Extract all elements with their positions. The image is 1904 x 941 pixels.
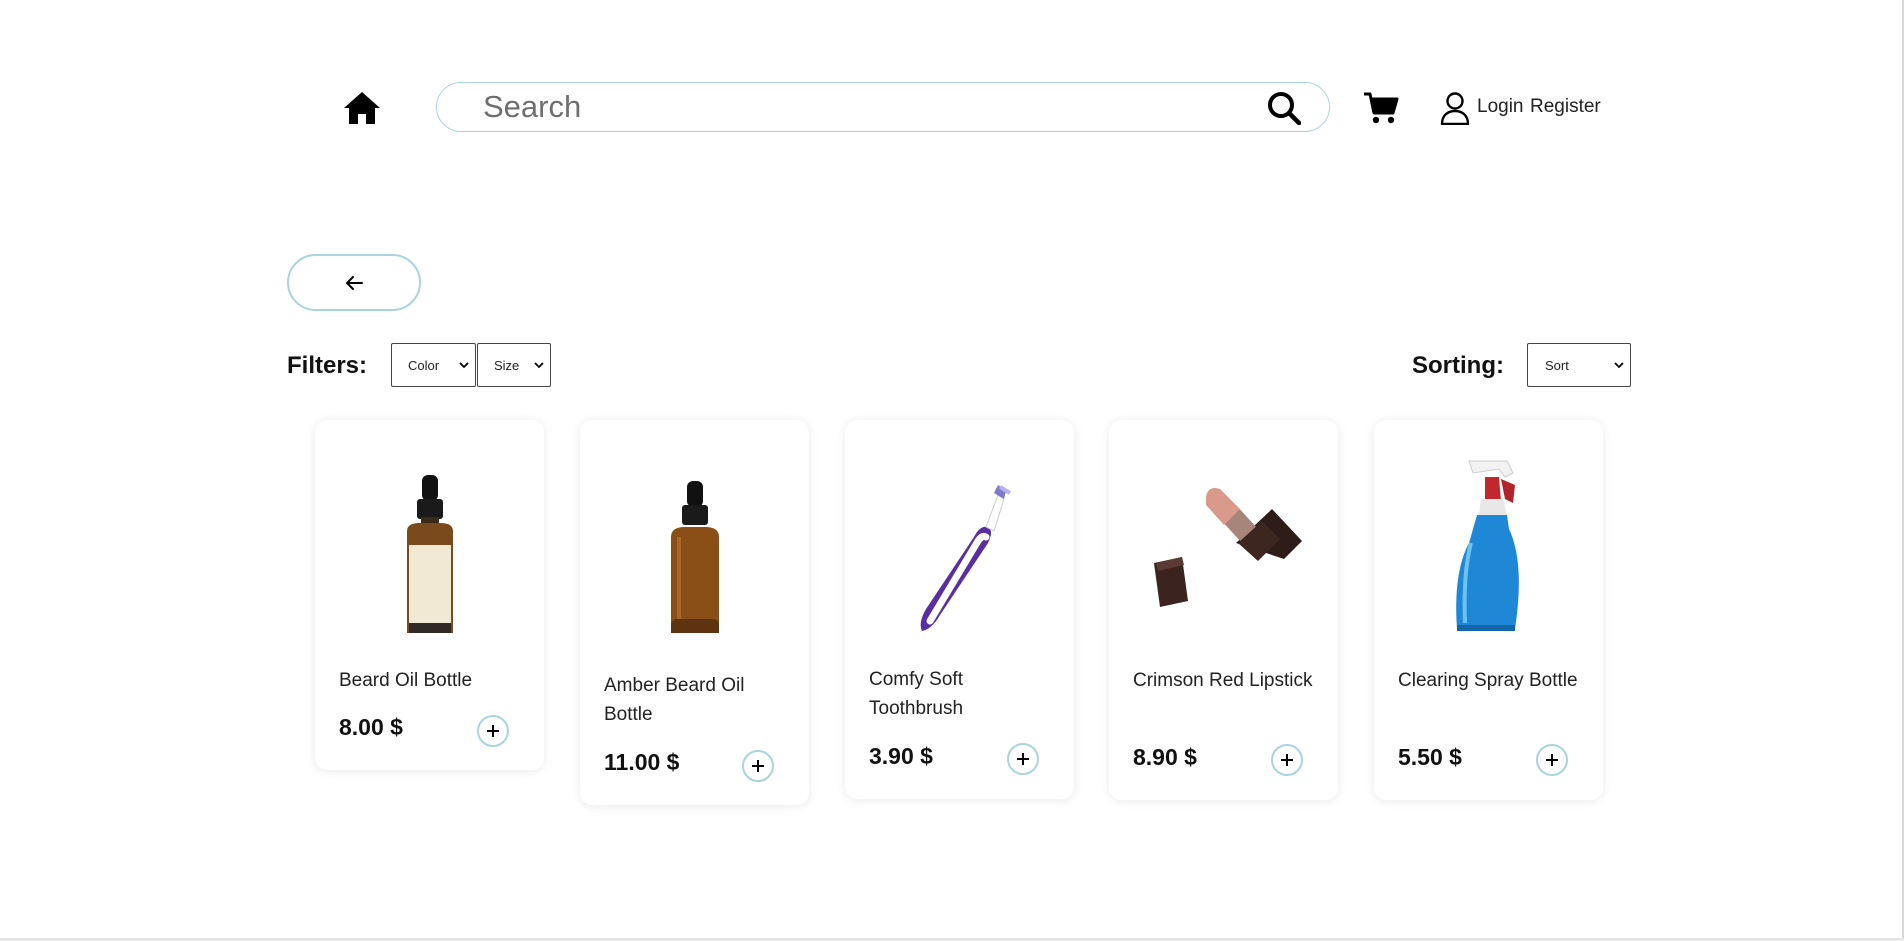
add-to-cart-button[interactable] [1536, 744, 1568, 776]
chevron-down-icon [459, 362, 469, 369]
add-to-cart-button[interactable] [742, 750, 774, 782]
product-price: 8.90 $ [1133, 744, 1197, 770]
product-card[interactable]: Comfy Soft Toothbrush 3.90 $ [845, 420, 1074, 799]
product-card[interactable]: Crimson Red Lipstick 8.90 $ [1109, 420, 1338, 800]
color-select[interactable]: Color [391, 343, 476, 387]
product-price: 8.00 $ [339, 714, 403, 740]
user-icon[interactable] [1440, 90, 1470, 126]
product-image [315, 420, 544, 645]
search-bar [436, 82, 1330, 132]
product-name: Crimson Red Lipstick [1133, 670, 1313, 691]
size-select[interactable]: Size [477, 343, 551, 387]
add-to-cart-button[interactable] [1271, 744, 1303, 776]
add-to-cart-button[interactable] [477, 715, 509, 747]
back-button[interactable] [287, 254, 421, 311]
sort-select[interactable]: Sort [1527, 343, 1631, 387]
cart-icon[interactable] [1362, 90, 1400, 126]
plus-icon [1017, 753, 1029, 765]
arrow-left-icon [346, 275, 363, 290]
product-price: 11.00 $ [604, 749, 680, 775]
login-link[interactable]: Login [1477, 96, 1524, 118]
sorting-label: Sorting: [1412, 352, 1504, 379]
register-link[interactable]: Register [1530, 96, 1601, 118]
product-name: Clearing Spray Bottle [1398, 670, 1578, 691]
page: Login Register Filters: Color Size Sorti… [0, 0, 1904, 941]
product-name: Comfy Soft Toothbrush [869, 669, 964, 719]
search-icon[interactable] [1265, 90, 1303, 126]
sort-select-value: Sort [1545, 357, 1569, 373]
plus-icon [752, 760, 764, 772]
product-image [1109, 420, 1338, 645]
product-name: Beard Oil Bottle [339, 670, 473, 691]
product-card[interactable]: Clearing Spray Bottle 5.50 $ [1374, 420, 1603, 800]
product-card[interactable]: Amber Beard Oil Bottle 11.00 $ [580, 420, 809, 805]
add-to-cart-button[interactable] [1007, 743, 1039, 775]
product-card[interactable]: Beard Oil Bottle 8.00 $ [315, 420, 544, 770]
home-icon[interactable] [341, 90, 383, 126]
plus-icon [487, 725, 499, 737]
product-price: 5.50 $ [1398, 744, 1462, 770]
product-image [1374, 420, 1603, 645]
product-image [580, 420, 809, 645]
plus-icon [1281, 754, 1293, 766]
chevron-down-icon [1614, 362, 1624, 369]
product-image [845, 420, 1074, 645]
filters-label: Filters: [287, 352, 368, 379]
product-name: Amber Beard Oil Bottle [604, 675, 745, 725]
search-input[interactable] [481, 86, 1225, 128]
size-select-value: Size [494, 357, 520, 373]
color-select-value: Color [408, 357, 440, 373]
chevron-down-icon [534, 362, 544, 369]
product-price: 3.90 $ [869, 743, 933, 769]
plus-icon [1546, 754, 1558, 766]
